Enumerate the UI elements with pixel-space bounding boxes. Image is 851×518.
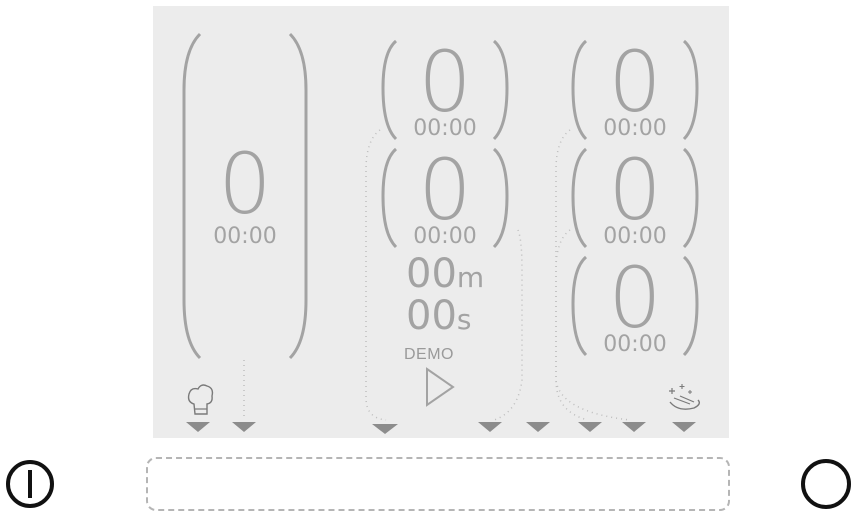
chef-hat-icon: [186, 382, 216, 418]
down-arrow-icon: [232, 422, 256, 432]
play-icon: [426, 367, 455, 407]
countdown-minutes-unit: m: [456, 261, 485, 294]
down-arrow-icon: [672, 422, 696, 432]
down-arrow-icon: [526, 422, 550, 432]
mid-timer-2-count: 0: [418, 141, 472, 239]
mid-timer-2-time: 00:00: [413, 224, 477, 249]
right-timer-1-count: 0: [608, 33, 662, 131]
left-timer-time: 00:00: [213, 224, 277, 249]
sparkling-dish-icon: [664, 382, 704, 418]
countdown-minutes-value: 00: [406, 251, 457, 297]
message-area: [146, 457, 730, 511]
circle-button-icon: [801, 459, 851, 509]
right-timer-2-time: 00:00: [603, 224, 667, 249]
mid-timer-1-time: 00:00: [413, 116, 477, 141]
countdown-seconds-value: 00: [406, 293, 457, 339]
left-timer[interactable]: 0 00:00: [180, 30, 310, 360]
right-timer-2[interactable]: 0 00:00: [570, 146, 700, 250]
mid-timer-2[interactable]: 0 00:00: [380, 146, 510, 250]
down-arrow-icon: [622, 422, 646, 432]
power-icon: [6, 460, 54, 508]
countdown-minutes: 00m: [406, 254, 484, 298]
left-timer-count: 0: [218, 135, 272, 233]
down-arrow-icon: [478, 422, 502, 432]
right-timer-3[interactable]: 0 00:00: [570, 254, 700, 358]
right-timer-3-time: 00:00: [603, 332, 667, 357]
down-arrow-icon: [578, 422, 602, 432]
right-timer-1[interactable]: 0 00:00: [570, 38, 700, 142]
play-button[interactable]: [424, 366, 456, 408]
slot-arrows: [186, 422, 696, 434]
down-arrow-icon: [186, 422, 210, 432]
countdown-seconds-unit: s: [456, 303, 472, 336]
down-arrow-icon: [372, 424, 398, 434]
right-timer-2-count: 0: [608, 141, 662, 239]
mid-timer-1-count: 0: [418, 33, 472, 131]
right-timer-3-count: 0: [608, 249, 662, 347]
circle-button[interactable]: [794, 457, 851, 511]
power-button[interactable]: [4, 457, 56, 511]
right-timer-1-time: 00:00: [603, 116, 667, 141]
demo-label: DEMO: [404, 346, 454, 363]
countdown-seconds: 00s: [406, 296, 472, 340]
mid-timer-1[interactable]: 0 00:00: [380, 38, 510, 142]
